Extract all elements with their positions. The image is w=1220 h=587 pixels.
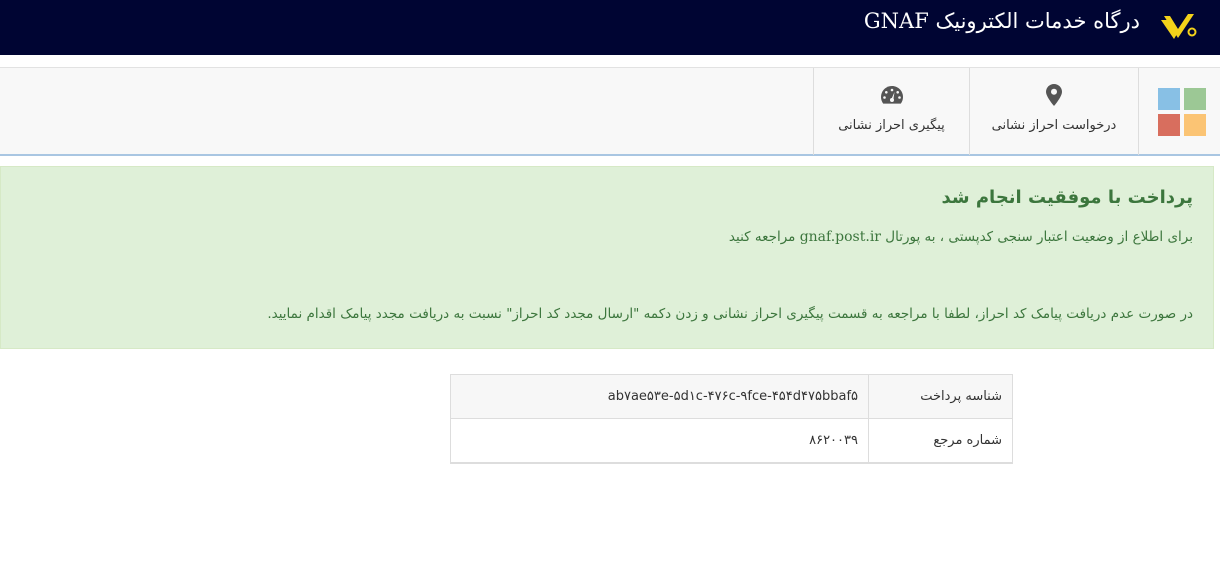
alert-portal-text-before: برای اطلاع از وضعیت اعتبار سنجی کدپستی ،…: [885, 229, 1193, 245]
payment-details-table: شناسه پرداخت ab۷ae۵۳e-۵d۱c-۴۷۶c-۹fce-۴۵۴…: [450, 374, 1013, 464]
table-row: شماره مرجع ۸۶۲۰۰۳۹: [450, 418, 1013, 464]
payment-id-label: شناسه پرداخت: [868, 374, 1013, 419]
site-title: درگاه خدمات الکترونیک GNAF: [863, 9, 1140, 33]
nav-item-label: درخواست احراز نشانی: [991, 118, 1117, 133]
apps-grid-icon[interactable]: [1158, 88, 1206, 136]
alert-heading: پرداخت با موفقیت انجام شد: [941, 187, 1194, 208]
nav-divider: [969, 68, 970, 155]
main-nav: درخواست احراز نشانی پیگیری احراز نشانی: [0, 67, 1220, 156]
header-bar: درگاه خدمات الکترونیک GNAF: [0, 0, 1220, 55]
dashboard-gauge-icon: [814, 84, 969, 106]
payment-success-alert: پرداخت با موفقیت انجام شد برای اطلاع از …: [0, 166, 1214, 349]
payment-id-value: ab۷ae۵۳e-۵d۱c-۴۷۶c-۹fce-۴۵۴d۴۷۵bbaf۵: [450, 374, 869, 419]
alert-sms-message: در صورت عدم دریافت پیامک کد احراز، لطفا …: [267, 306, 1193, 322]
portal-link[interactable]: gnaf.post.ir: [800, 229, 881, 245]
table-row: شناسه پرداخت ab۷ae۵۳e-۵d۱c-۴۷۶c-۹fce-۴۵۴…: [450, 374, 1013, 419]
reference-number-label: شماره مرجع: [868, 418, 1013, 464]
nav-divider: [813, 68, 814, 155]
alert-portal-text-after: مراجعه کنید: [728, 229, 796, 245]
post-logo-icon[interactable]: [1158, 6, 1198, 46]
alert-portal-message: برای اطلاع از وضعیت اعتبار سنجی کدپستی ،…: [729, 229, 1193, 245]
map-marker-icon: [970, 84, 1138, 106]
nav-item-address-verification-request[interactable]: درخواست احراز نشانی: [970, 68, 1138, 155]
nav-item-verification-tracking[interactable]: پیگیری احراز نشانی: [814, 68, 969, 155]
nav-item-label: پیگیری احراز نشانی: [838, 118, 945, 133]
nav-divider: [1138, 68, 1139, 155]
reference-number-value: ۸۶۲۰۰۳۹: [450, 418, 869, 464]
